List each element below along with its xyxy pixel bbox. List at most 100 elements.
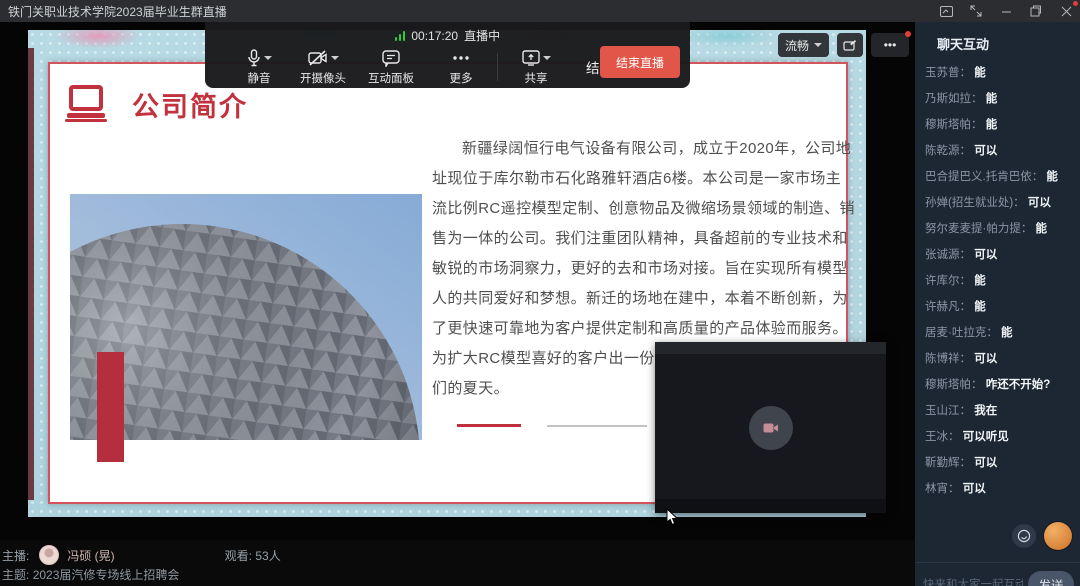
- viewer-more-button[interactable]: •••: [871, 33, 909, 57]
- message-text: 可以听见: [963, 431, 1009, 443]
- chat-message: 努尔麦麦提·帕力提能: [925, 216, 1080, 242]
- message-text: 能: [974, 67, 986, 79]
- camera-toggle-button[interactable]: 开摄像头: [287, 48, 359, 86]
- live-timer: 00:17:20: [411, 29, 458, 43]
- quality-selector[interactable]: 流畅: [778, 33, 829, 57]
- sender-name: 玉山江: [925, 405, 974, 417]
- message-text: 可以: [974, 353, 997, 365]
- message-text: 咋还不开始?: [986, 379, 1051, 391]
- interaction-panel-label: 互动面板: [368, 70, 414, 86]
- emoji-button[interactable]: [1012, 524, 1036, 548]
- chat-message: 穆斯塔帕能: [925, 112, 1080, 138]
- chat-message: 许库尔能: [925, 268, 1080, 294]
- slide-edge-strip: [28, 48, 34, 500]
- chevron-down-icon: [543, 56, 551, 60]
- message-text: 能: [974, 275, 986, 287]
- host-row: 主播: 冯硕 (晃) 观看: 53人: [0, 544, 281, 566]
- interaction-panel-button[interactable]: 互动面板: [359, 48, 423, 86]
- window-titlebar: 铁门关职业技术学院2023届毕业生群直播: [0, 0, 1080, 22]
- send-button[interactable]: 发送: [1028, 571, 1074, 586]
- chat-message: 穆斯塔帕咋还不开始?: [925, 372, 1080, 398]
- sender-name: 张诚源: [925, 249, 974, 261]
- host-avatar: [39, 545, 59, 565]
- sender-name: 穆斯塔帕: [925, 379, 986, 391]
- chevron-down-icon: [331, 56, 339, 60]
- camera-preview-window[interactable]: [655, 342, 886, 513]
- close-button[interactable]: [1058, 3, 1074, 19]
- ellipsis-icon: [452, 55, 470, 61]
- host-label: 主播:: [2, 547, 29, 564]
- body-line: 新疆绿阔恒行电气设备有限公司，成立于2020年，公司地: [432, 134, 804, 164]
- minimize-icon: [1001, 6, 1012, 17]
- chat-message: 陈博祥可以: [925, 346, 1080, 372]
- host-name: 冯硕 (晃): [67, 547, 114, 564]
- camera-off-icon: [763, 422, 779, 434]
- viewer-more-label: •••: [884, 38, 897, 52]
- maximize-button[interactable]: [1028, 3, 1044, 19]
- annotation-icon: [843, 39, 857, 52]
- sender-name: 靳勤辉: [925, 457, 974, 469]
- message-text: 我在: [974, 405, 997, 417]
- window-title: 铁门关职业技术学院2023届毕业生群直播: [0, 3, 227, 20]
- viewer-controls: 流畅 •••: [778, 33, 909, 57]
- chat-bubble-icon: [382, 50, 400, 67]
- docked-panel-button[interactable]: [938, 3, 954, 19]
- decorative-gray-line: [547, 425, 647, 427]
- chat-input[interactable]: [923, 573, 1023, 586]
- message-text: 能: [986, 119, 998, 131]
- mute-label: 静音: [248, 70, 271, 86]
- window-controls: [938, 0, 1074, 22]
- maximize-icon: [1030, 5, 1042, 17]
- minimize-button[interactable]: [998, 3, 1014, 19]
- share-label: 共享: [525, 70, 548, 86]
- live-stream-app: 铁门关职业技术学院2023届毕业生群直播: [0, 0, 1080, 586]
- sender-name: 王冰: [925, 431, 963, 443]
- microphone-icon: [247, 49, 261, 67]
- slide-title: 公司简介: [132, 85, 248, 124]
- chat-message: 许赫凡能: [925, 294, 1080, 320]
- message-text: 可以: [1028, 197, 1051, 209]
- topic-value: 2023届汽修专场线上招聘会: [33, 568, 180, 582]
- close-icon: [1061, 6, 1072, 17]
- activity-badge[interactable]: [1044, 522, 1072, 550]
- chat-message: 张诚源可以: [925, 242, 1080, 268]
- body-line: 售为一体的公司。我们注重团队精神，具备超前的专业技术和: [432, 224, 804, 254]
- sender-name: 巴合提巴义.托肯巴依: [925, 171, 1046, 183]
- sender-name: 孙婵(招生就业处): [925, 197, 1028, 209]
- annotation-button[interactable]: [837, 33, 863, 57]
- chevron-down-icon: [264, 56, 272, 60]
- share-screen-button[interactable]: 共享: [508, 48, 564, 86]
- notification-dot: [905, 31, 911, 37]
- message-text: 能: [974, 301, 986, 313]
- slide-title-row: 公司简介: [64, 84, 248, 124]
- message-text: 能: [986, 93, 998, 105]
- red-accent-bar: [97, 352, 124, 462]
- message-text: 可以: [974, 457, 997, 469]
- end-live-button[interactable]: 结束直播: [600, 46, 680, 78]
- chat-message: 居麦·吐拉克能: [925, 320, 1080, 346]
- camera-off-slash-icon: [308, 50, 328, 66]
- camera-label: 开摄像头: [300, 70, 346, 86]
- body-line: 址现位于库尔勒市石化路雅轩酒店6楼。本公司是一家市场主: [432, 164, 804, 194]
- chat-toolbar: [1012, 522, 1072, 550]
- body-line: 了更快速可靠地为客户提供定制和高质量的产品体验而服务。: [432, 314, 804, 344]
- laptop-icon: [64, 84, 108, 124]
- mute-button[interactable]: 静音: [231, 48, 287, 86]
- sender-name: 穆斯塔帕: [925, 119, 986, 131]
- topic-label: 主题:: [2, 568, 29, 582]
- share-screen-icon: [522, 50, 540, 66]
- live-status-row: 00:17:20 直播中: [205, 27, 690, 44]
- more-button[interactable]: 更多: [435, 48, 487, 86]
- message-text: 能: [1036, 223, 1048, 235]
- fullscreen-button[interactable]: [968, 3, 984, 19]
- sender-name: 陈乾源: [925, 145, 974, 157]
- chat-message-list[interactable]: 玉苏普能 乃斯如拉能 穆斯塔帕能 陈乾源可以 巴合提巴义.托肯巴依能 孙婵(招生…: [915, 60, 1080, 520]
- fullscreen-arrows-icon: [970, 5, 982, 17]
- chat-message: 乃斯如拉能: [925, 86, 1080, 112]
- chat-message: 巴合提巴义.托肯巴依能: [925, 164, 1080, 190]
- chat-header: 聊天互动: [915, 22, 1080, 53]
- camera-window-toolbar: [655, 499, 886, 513]
- body-line: 敏锐的市场洞察力，更好的去和市场对接。旨在实现所有模型: [432, 254, 804, 284]
- viewers-count: 观看: 53人: [225, 547, 281, 564]
- chat-message: 林宵可以: [925, 476, 1080, 502]
